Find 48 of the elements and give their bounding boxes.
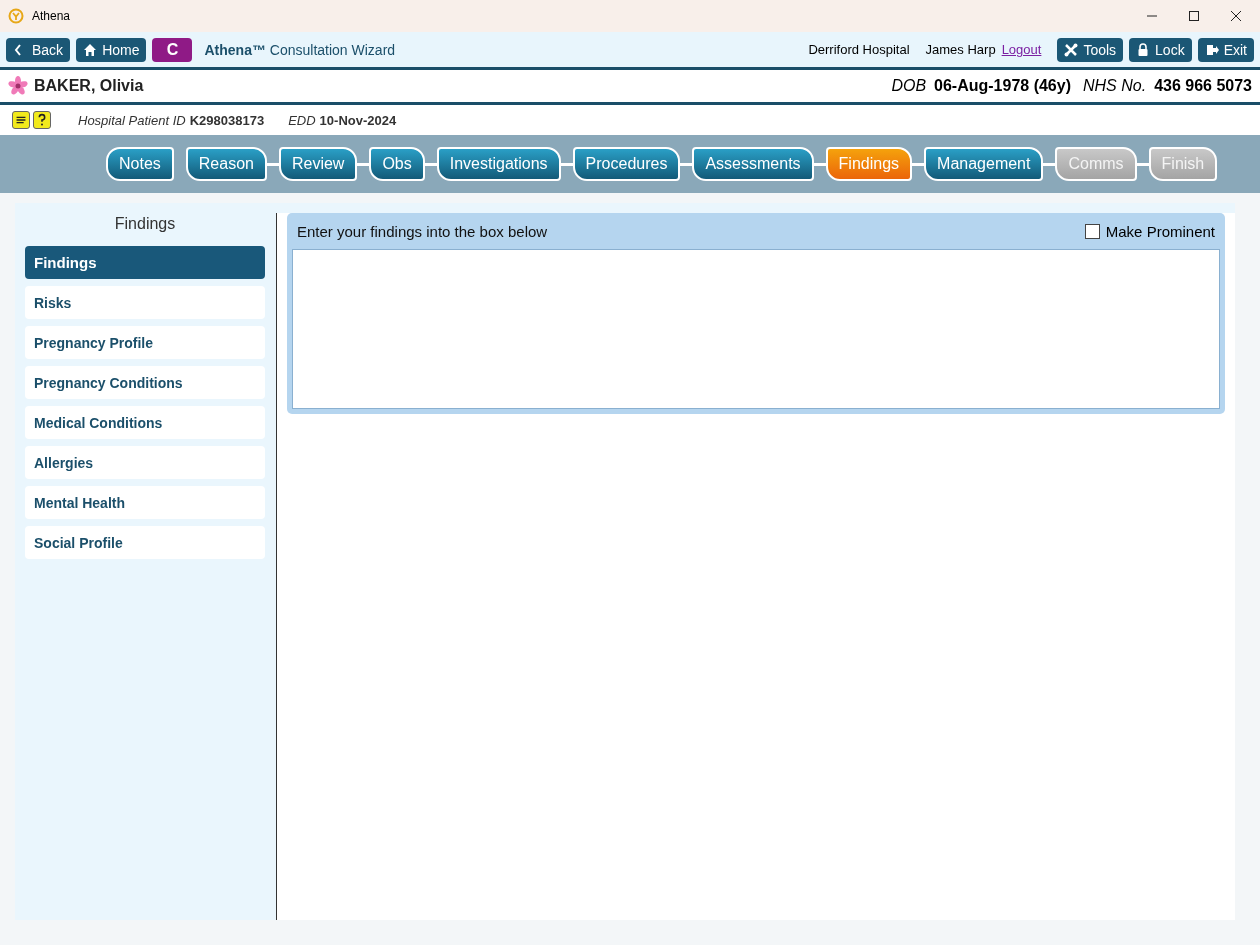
dob-label: DOB [891, 77, 927, 95]
wizard-step-tab[interactable]: Notes [106, 147, 174, 181]
letter-button[interactable]: C [152, 37, 193, 62]
wizard-step-tab[interactable]: Procedures [572, 147, 681, 181]
wizard-step-tab[interactable]: Review [278, 147, 358, 181]
findings-input-field[interactable] [292, 249, 1220, 409]
sidebar-item[interactable]: Risks [25, 286, 265, 319]
wizard-step-tab[interactable]: Investigations [436, 147, 561, 181]
exit-button[interactable]: Exit [1197, 37, 1254, 62]
edd-value: 10-Nov-2024 [319, 112, 397, 128]
sidebar-item[interactable]: Medical Conditions [25, 406, 265, 439]
exit-icon [1204, 42, 1219, 57]
wizard-step-tab[interactable]: Management [924, 147, 1044, 181]
wizard-step-tab[interactable]: Reason [185, 147, 267, 181]
patient-id-value: K298038173 [189, 112, 265, 128]
logout-link[interactable]: Logout [1001, 42, 1042, 57]
nhs-value: 436 966 5073 [1154, 77, 1252, 95]
window-title: Athena [32, 9, 72, 23]
back-button[interactable]: Back [6, 37, 71, 62]
sidebar-item[interactable]: Social Profile [25, 526, 265, 559]
sidebar-item[interactable]: Allergies [25, 446, 265, 479]
sidebar-title: Findings [113, 215, 177, 233]
lock-icon [1136, 42, 1151, 57]
user-name: James Harp [925, 42, 996, 57]
flower-icon [8, 76, 28, 96]
dob-value: 06-Aug-1978 (46y) [934, 77, 1071, 95]
lock-button[interactable]: Lock [1129, 37, 1192, 62]
close-icon[interactable] [1230, 10, 1242, 22]
instruction-text: Enter your findings into the box below [297, 222, 549, 240]
hospital-name: Derriford Hospital [808, 42, 910, 57]
wizard-step-tab[interactable]: Obs [369, 147, 425, 181]
help-icon[interactable] [33, 111, 51, 129]
app-logo-icon [8, 8, 24, 24]
home-button[interactable]: Home [76, 37, 147, 62]
sidebar-item[interactable]: Pregnancy Profile [25, 326, 265, 359]
patient-name: BAKER, Olivia [34, 77, 145, 95]
patient-id-label: Hospital Patient ID [78, 112, 186, 128]
nhs-label: NHS No. [1083, 77, 1147, 95]
sidebar-item[interactable]: Pregnancy Conditions [25, 366, 265, 399]
edd-label: EDD [288, 112, 316, 128]
tools-button[interactable]: Tools [1057, 37, 1124, 62]
make-prominent-checkbox[interactable]: Make Prominent [1084, 222, 1215, 240]
app-title: Athena™ Consultation Wizard [204, 41, 397, 58]
sidebar-item[interactable]: Findings [25, 246, 265, 279]
sidebar-item[interactable]: Mental Health [25, 486, 265, 519]
wizard-step-tab[interactable]: Assessments [692, 147, 814, 181]
maximize-icon[interactable] [1188, 10, 1200, 22]
home-icon [83, 42, 98, 57]
